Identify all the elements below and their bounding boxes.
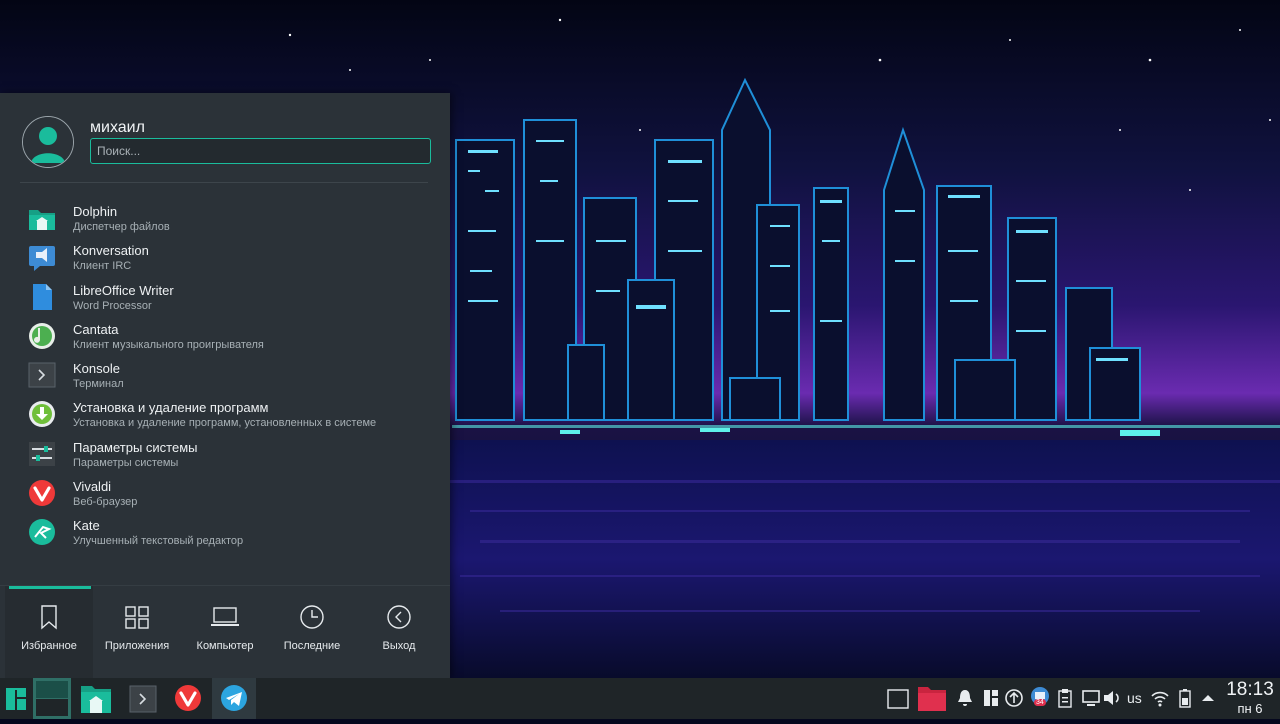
grid-icon xyxy=(125,606,149,629)
app-name: Kate xyxy=(73,518,100,534)
app-description: Диспетчер файлов xyxy=(73,221,170,233)
notifications-icon[interactable] xyxy=(956,688,974,708)
tab-label: Компьютер xyxy=(196,640,254,652)
clipboard-icon[interactable] xyxy=(1057,688,1073,708)
search-input[interactable] xyxy=(90,138,431,164)
mail-notifier[interactable]: 34 xyxy=(1030,686,1050,710)
app-description: Веб-браузер xyxy=(73,496,138,509)
tab-favorites[interactable]: Избранное xyxy=(5,586,93,679)
app-description: Терминал xyxy=(73,378,124,391)
clock-icon xyxy=(300,605,324,629)
settings-icon xyxy=(29,441,55,466)
app-description: Клиент музыкального проигрывателя xyxy=(73,338,264,351)
manjaro-logo-icon xyxy=(6,688,26,710)
app-item-cantata[interactable]: Cantata Клиент музыкального проигрывател… xyxy=(0,318,450,357)
red-folder-icon[interactable] xyxy=(917,684,947,712)
tray-expand-icon[interactable] xyxy=(1201,692,1215,704)
clock-date: пн 6 xyxy=(1237,701,1263,716)
app-name: Установка и удаление программ xyxy=(73,400,269,416)
app-description: Улучшенный текстовый редактор xyxy=(73,535,244,548)
active-tab-indicator xyxy=(9,586,91,589)
app-description: Установка и удаление программ, установле… xyxy=(73,417,377,430)
task-vivaldi[interactable] xyxy=(170,678,206,719)
display-icon[interactable] xyxy=(1082,688,1100,708)
taskbar: 34 us 18:13 пн 6 xyxy=(0,678,1280,719)
tab-label: Приложения xyxy=(104,640,170,652)
tab-label: Избранное xyxy=(21,640,77,652)
task-konsole[interactable] xyxy=(126,678,160,719)
kate-icon xyxy=(29,519,55,546)
user-name: михаил xyxy=(90,119,145,136)
user-icon xyxy=(23,117,73,167)
terminal-icon xyxy=(28,362,56,388)
app-description: Параметры системы xyxy=(73,456,179,469)
volume-icon[interactable] xyxy=(1102,688,1122,708)
app-name: Параметры системы xyxy=(73,439,198,455)
app-description: Клиент IRC xyxy=(73,260,132,273)
app-name: Cantata xyxy=(73,321,119,337)
tab-computer[interactable]: Компьютер xyxy=(181,586,269,679)
folder-icon xyxy=(81,686,111,713)
wifi-icon[interactable] xyxy=(1150,688,1170,708)
app-description: Word Processor xyxy=(73,299,152,312)
manjaro-menu-button[interactable] xyxy=(0,678,32,719)
updates-icon[interactable] xyxy=(1005,688,1023,708)
app-item-dolphin[interactable]: Dolphin Диспетчер файлов xyxy=(0,200,450,239)
digital-clock[interactable]: 18:13 пн 6 xyxy=(1220,679,1280,716)
tab-label: Последние xyxy=(283,640,341,652)
unread-badge: 34 xyxy=(1034,699,1046,706)
app-item-system-settings[interactable]: Параметры системы Параметры системы xyxy=(0,436,450,475)
virtual-desktop-pager[interactable] xyxy=(33,678,71,719)
bookmark-icon xyxy=(41,605,57,630)
app-name: Konsole xyxy=(73,361,120,377)
laptop-icon xyxy=(211,607,239,626)
app-item-konversation[interactable]: Konversation Клиент IRC xyxy=(0,239,450,278)
vivaldi-icon xyxy=(175,685,201,711)
folder-icon xyxy=(29,210,55,230)
header-divider xyxy=(20,182,428,183)
tab-recent[interactable]: Последние xyxy=(268,586,356,679)
terminal-icon xyxy=(129,685,157,713)
music-icon xyxy=(29,322,55,349)
app-item-vivaldi[interactable]: Vivaldi Веб-браузер xyxy=(0,475,450,514)
task-dolphin[interactable] xyxy=(77,678,115,719)
app-item-libreoffice-writer[interactable]: LibreOffice Writer Word Processor xyxy=(0,279,450,318)
keyboard-layout-indicator[interactable]: us xyxy=(1127,690,1142,706)
leave-icon xyxy=(387,605,411,629)
launcher-tabs: Избранное Приложения Компьютер Последние… xyxy=(0,585,450,679)
vivaldi-icon xyxy=(29,480,55,507)
desktop-icon xyxy=(36,681,68,716)
chat-icon xyxy=(29,246,55,272)
app-name: Vivaldi xyxy=(73,479,112,495)
manjaro-settings-icon[interactable] xyxy=(983,688,999,708)
battery-icon[interactable] xyxy=(1178,688,1192,708)
tab-applications[interactable]: Приложения xyxy=(93,586,181,679)
tab-leave[interactable]: Выход xyxy=(355,586,443,679)
telegram-icon xyxy=(221,685,247,711)
task-telegram[interactable] xyxy=(212,678,256,719)
tab-label: Выход xyxy=(382,640,416,652)
download-icon xyxy=(29,401,55,428)
show-desktop-icon[interactable] xyxy=(887,688,909,710)
user-avatar[interactable] xyxy=(22,116,74,168)
favorites-list: Dolphin Диспетчер файлов Konversation Кл… xyxy=(0,200,450,554)
application-launcher: михаил Dolphin Диспетчер файлов Konversa… xyxy=(0,93,450,679)
app-name: Dolphin xyxy=(73,204,118,219)
clock-time: 18:13 xyxy=(1226,679,1274,700)
app-item-konsole[interactable]: Konsole Терминал xyxy=(0,357,450,396)
app-item-software-manager[interactable]: Установка и удаление программ Установка … xyxy=(0,396,450,435)
app-name: LibreOffice Writer xyxy=(73,282,174,298)
app-item-kate[interactable]: Kate Улучшенный текстовый редактор xyxy=(0,514,450,553)
document-icon xyxy=(33,283,52,310)
app-name: Konversation xyxy=(73,243,149,259)
